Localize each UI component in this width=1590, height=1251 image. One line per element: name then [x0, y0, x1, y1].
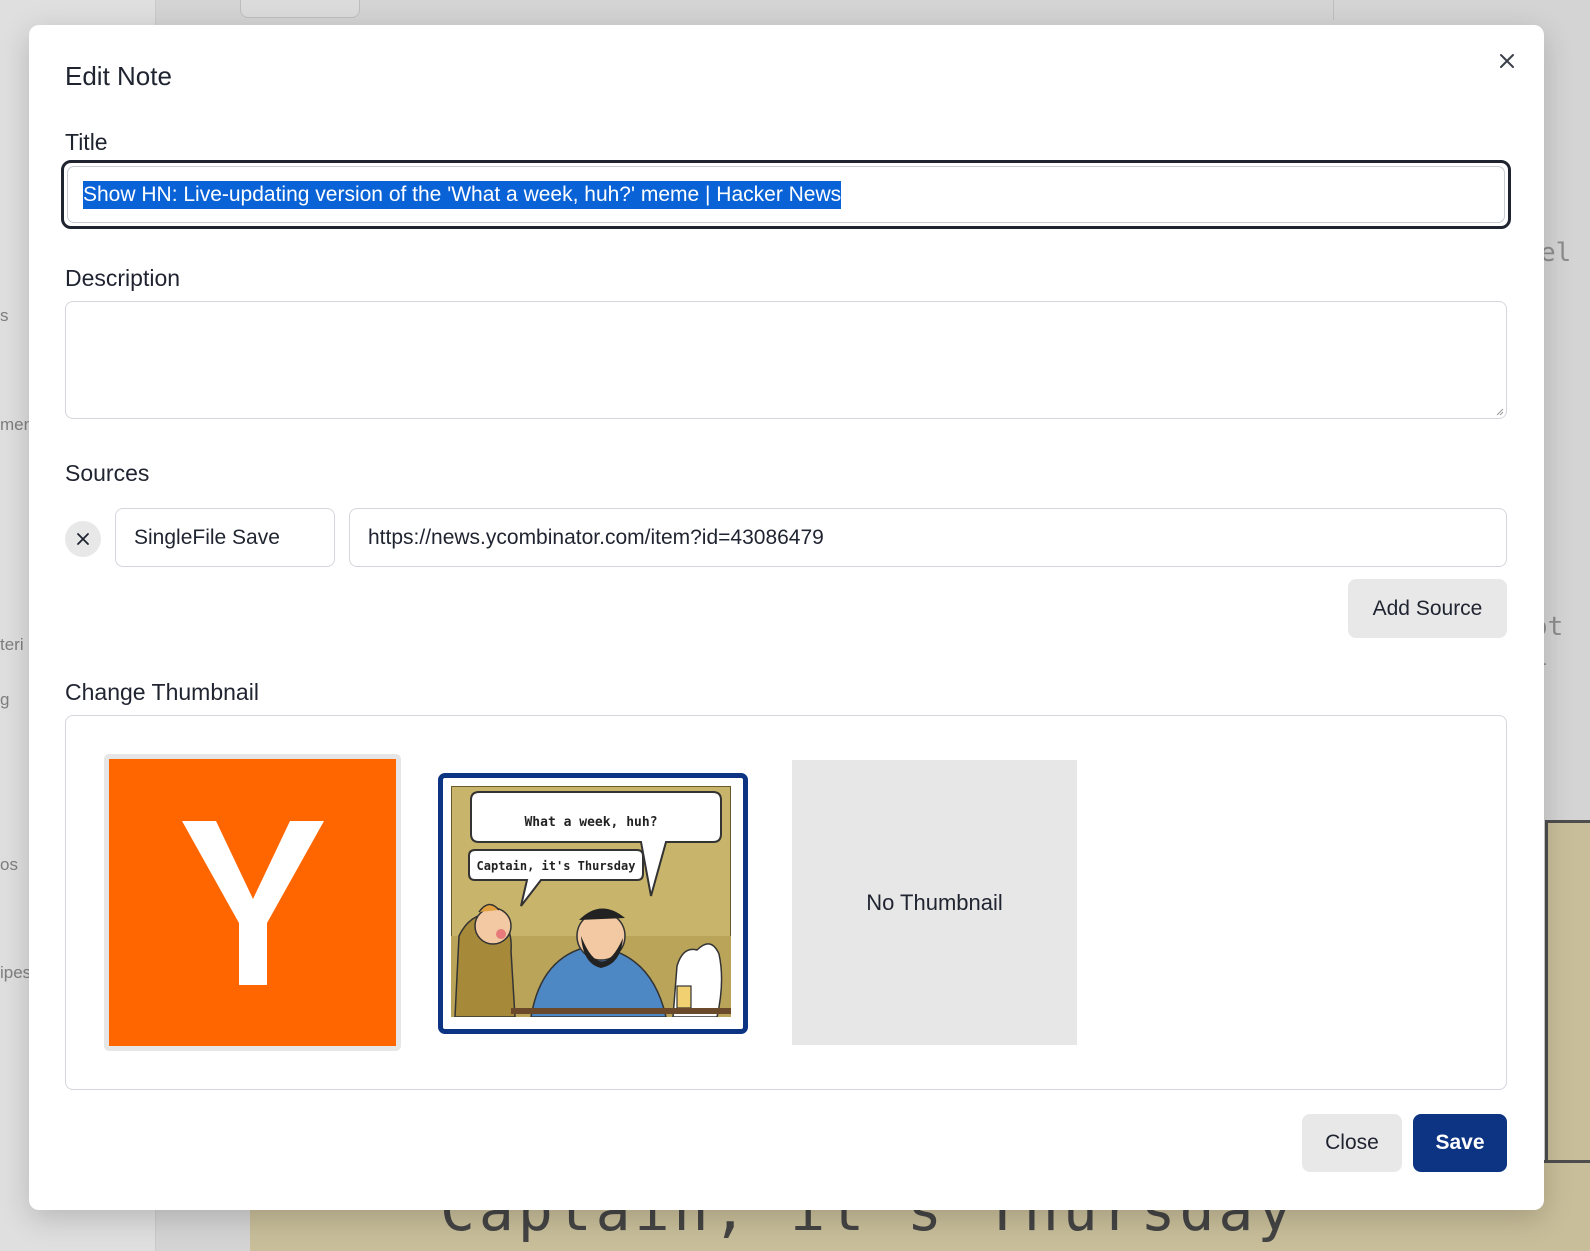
title-label: Title [65, 129, 108, 155]
comic-image: What a week, huh? Captain, it's Thursday [450, 785, 732, 1018]
modal-title: Edit Note [65, 61, 172, 91]
resize-handle-icon[interactable] [1496, 408, 1504, 416]
close-button[interactable]: Close [1302, 1114, 1402, 1172]
save-button[interactable]: Save [1413, 1114, 1507, 1172]
sources-label: Sources [65, 460, 150, 486]
thumbnail-option-comic[interactable]: What a week, huh? Captain, it's Thursday [438, 773, 748, 1034]
close-icon [77, 533, 89, 545]
title-input-value: Show HN: Live-updating version of the 'W… [83, 180, 842, 209]
yc-logo-icon: Y [181, 820, 324, 985]
comic-bubble-bottom: Captain, it's Thursday [477, 859, 636, 873]
close-icon[interactable] [1493, 47, 1521, 75]
remove-source-button[interactable] [65, 521, 101, 557]
comic-bubble-top: What a week, huh? [524, 815, 657, 830]
title-input[interactable]: Show HN: Live-updating version of the 'W… [61, 160, 1511, 229]
edit-note-modal: Edit Note Title Show HN: Live-updating v… [29, 25, 1544, 1210]
source-type-field[interactable]: SingleFile Save [115, 508, 335, 567]
thumbnail-picker: Y What a week, huh? Captain, it's Thursd… [65, 715, 1507, 1090]
change-thumbnail-label: Change Thumbnail [65, 679, 259, 705]
thumbnail-option-yc-logo[interactable]: Y [104, 754, 401, 1051]
description-textarea[interactable] [65, 301, 1507, 419]
source-url-field[interactable]: https://news.ycombinator.com/item?id=430… [349, 508, 1507, 567]
description-label: Description [65, 265, 181, 291]
add-source-button[interactable]: Add Source [1348, 579, 1507, 638]
thumbnail-option-none[interactable]: No Thumbnail [792, 760, 1077, 1045]
